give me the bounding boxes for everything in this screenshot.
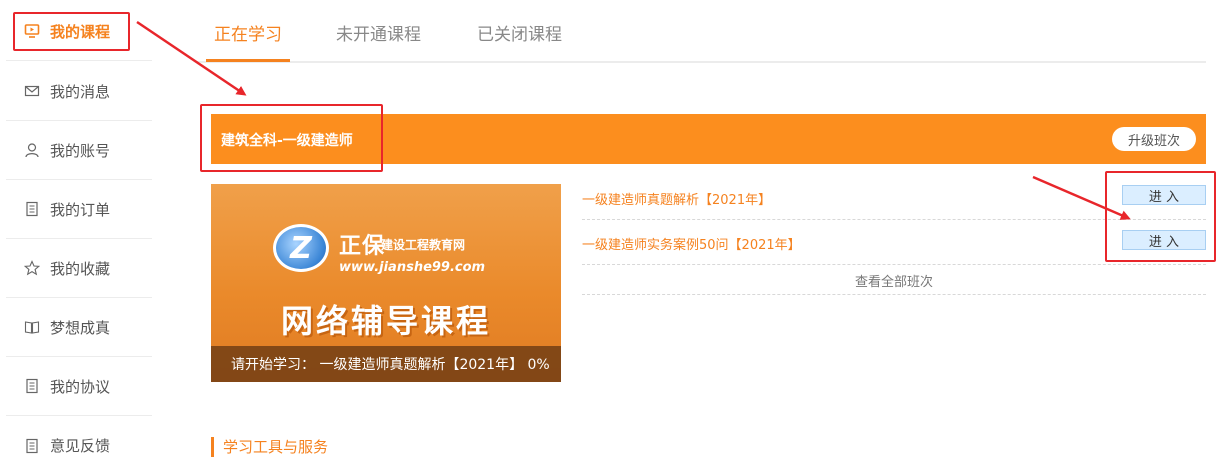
- arrow-icon: [1032, 175, 1131, 220]
- arrow-icon: [136, 20, 247, 96]
- annotation-arrows: [136, 20, 1131, 220]
